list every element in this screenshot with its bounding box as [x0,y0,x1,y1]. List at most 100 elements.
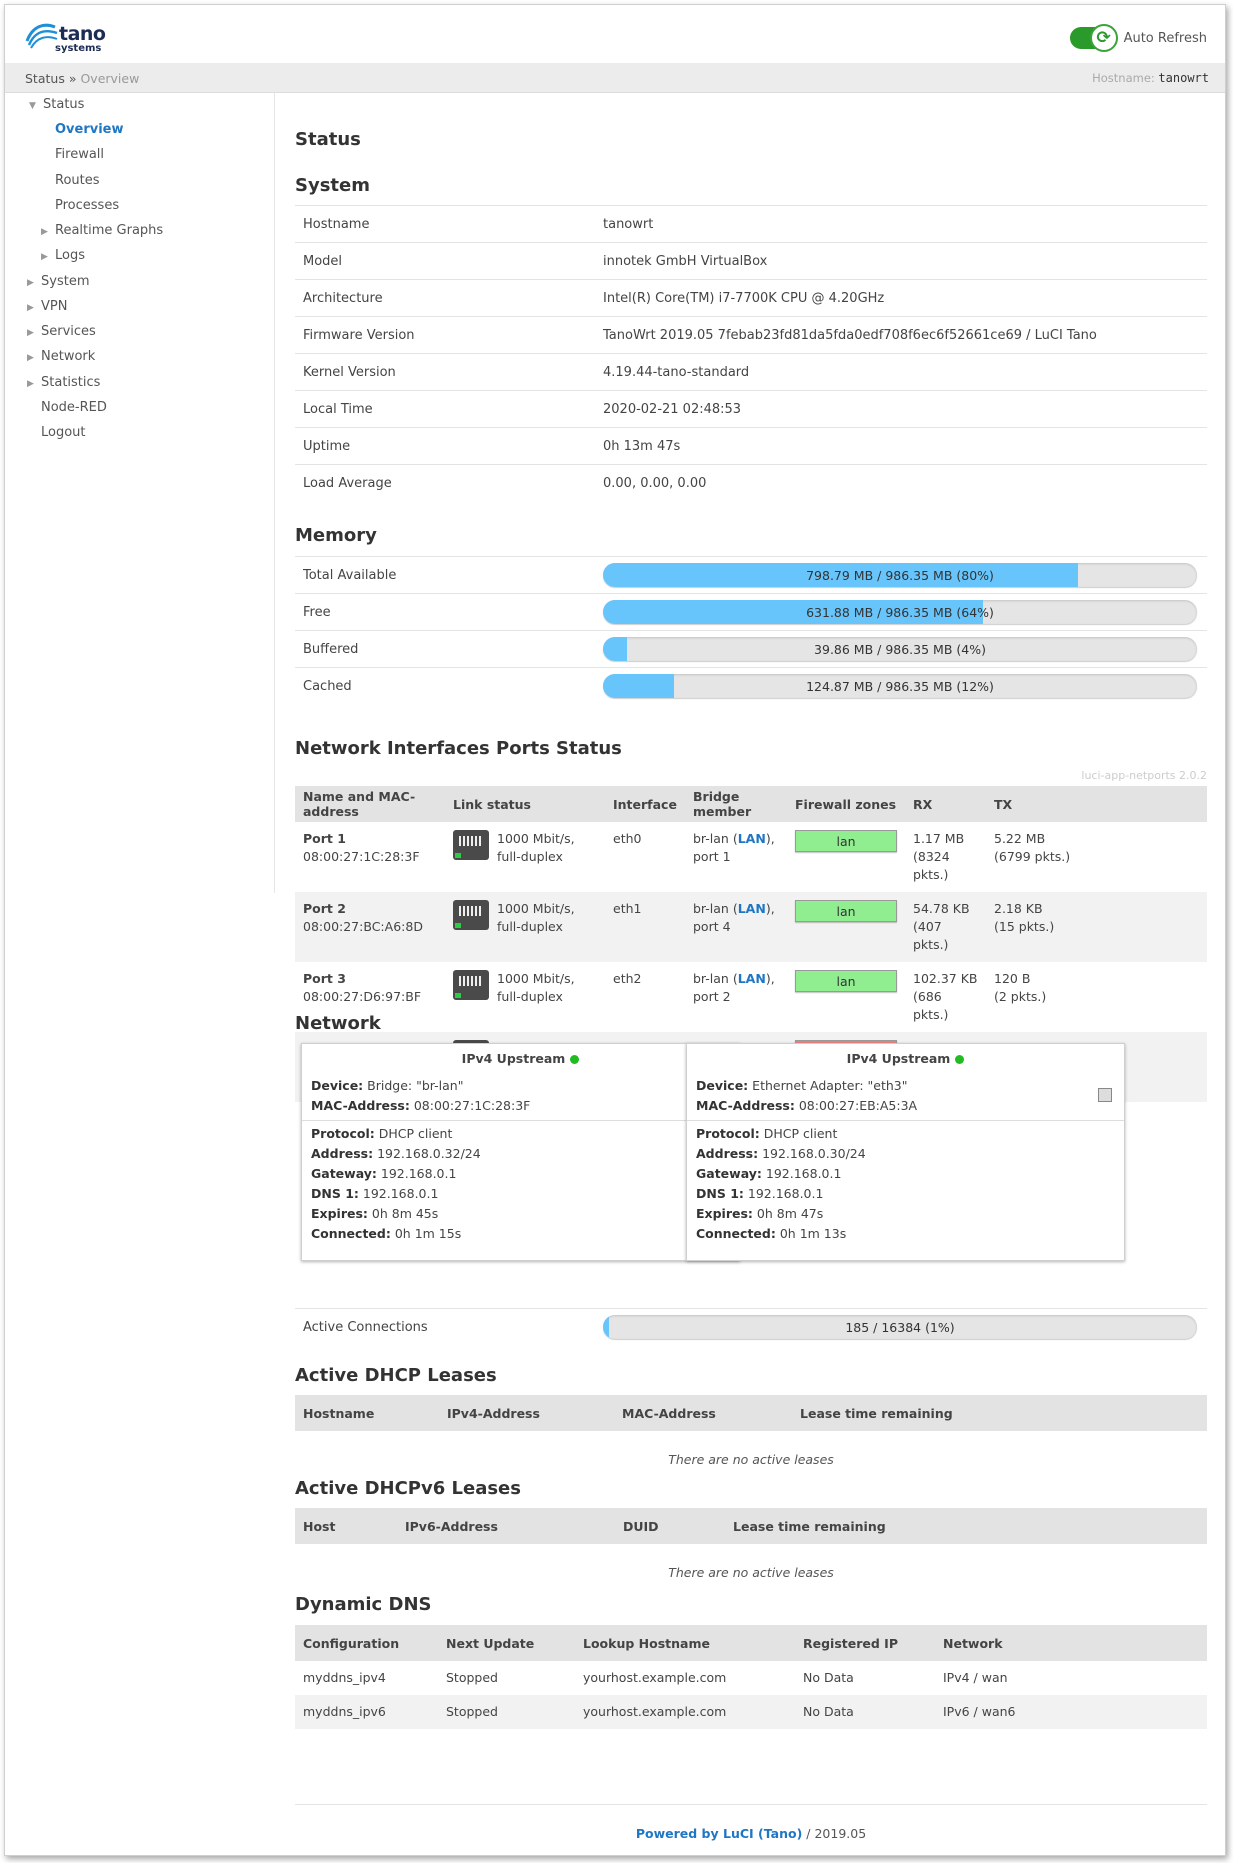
ethernet-port-icon [453,970,489,1000]
link-led [455,853,461,858]
memory-bar-text: 631.88 MB / 986.35 MB (64%) [806,604,994,620]
mac-row-value: 08:00:27:EB:A5:3A [798,1098,918,1113]
caret-right-icon: ▶ [27,353,34,363]
interface-edit-icon[interactable] [1098,1088,1112,1102]
rx-packets: (8324 pkts.) [913,849,950,882]
memory-bar-cell: 39.86 MB / 986.35 MB (4%) [595,630,1207,668]
caret-right-icon: ▶ [27,303,34,313]
address-row-label: Address: [311,1146,374,1161]
connected-row-value: 0h 1m 15s [394,1226,462,1241]
address-row: Address: 192.168.0.30/24 [696,1144,866,1164]
memory-progress-bar: 631.88 MB / 986.35 MB (64%) [603,600,1197,624]
mac-row-label: MAC-Address: [311,1098,410,1113]
address-row: Address: 192.168.0.32/24 [311,1144,481,1164]
link-status-cell: 1000 Mbit/s, full-duplex [445,962,605,1032]
interface-name: eth0 [613,831,642,846]
caret-right-icon: ▶ [27,379,34,389]
sidebar-item-processes[interactable]: Processes [55,198,119,213]
device-row: Device: Bridge: "br-lan" [311,1076,530,1096]
interface-name: eth1 [613,901,642,916]
memory-progress-bar: 124.87 MB / 986.35 MB (12%) [603,674,1197,699]
sidebar-item-logs[interactable]: ▶ Logs [41,248,85,263]
rx-bytes: 1.17 MB [913,831,965,846]
column-header: Interface [605,786,685,822]
gateway-row: Gateway: 192.168.0.1 [696,1164,866,1184]
system-row: Load Average 0.00, 0.00, 0.00 [295,464,1207,502]
link-status: 1000 Mbit/s, full-duplex [453,830,597,866]
system-row: Local Time 2020-02-21 02:48:53 [295,390,1207,428]
sidebar-item-logout[interactable]: Logout [41,425,86,440]
system-key: Model [295,242,595,280]
memory-row: Cached 124.87 MB / 986.35 MB (12%) [295,667,1207,705]
sidebar-item-status[interactable]: ▼ Status [29,97,84,112]
tano-logo[interactable]: tano systems [25,19,125,59]
ddns-cell: Stopped [438,1695,575,1729]
caret-right-icon: ▶ [27,328,34,338]
bridge-link[interactable]: LAN [738,971,766,986]
upstream-title: IPv4 Upstream [687,1047,1124,1071]
dns-row-value: 192.168.0.1 [747,1186,824,1201]
device-info: Device: Bridge: "br-lan" MAC-Address: 08:… [311,1076,530,1116]
memory-bar-text: 798.79 MB / 986.35 MB (80%) [806,567,994,583]
rx-packets: (407 pkts.) [913,919,949,952]
sidebar-item-vpn[interactable]: ▶ VPN [27,299,67,314]
system-row: Kernel Version 4.19.44-tano-standard [295,353,1207,391]
bridge-link[interactable]: LAN [738,831,766,846]
link-text: 1000 Mbit/s, full-duplex [497,970,575,1006]
port-row: Port 3 08:00:27:D6:97:BF 1000 Mbit/s, full-… [295,962,1207,1032]
footer-version: / 2019.05 [802,1826,867,1841]
sidebar-item-services[interactable]: ▶ Services [27,324,96,339]
bridge-name: br-lan ( [693,971,738,986]
column-header: Lookup Hostname [575,1625,795,1661]
dhcp6-table: Host IPv6-Address DUID Lease time remaining [295,1508,1207,1544]
column-header: Configuration [295,1625,438,1661]
port-pins [459,906,483,916]
dns-row-label: DNS 1: [311,1186,359,1201]
device-row-value: Ethernet Adapter: "eth3" [752,1078,908,1093]
interface-name: eth2 [613,971,642,986]
sidebar-item-overview[interactable]: Overview [55,122,124,137]
system-key: Kernel Version [295,353,595,391]
memory-table: Total Available 798.79 MB / 986.35 MB (80… [295,556,1207,705]
sidebar-item-realtime-graphs[interactable]: ▶ Realtime Graphs [41,223,163,238]
column-header: Lease time remaining [725,1508,1207,1544]
footer: Powered by LuCI (Tano) / 2019.05 [295,1826,1207,1841]
bridge-name: br-lan ( [693,901,738,916]
memory-key: Cached [295,667,595,705]
connection-info: Protocol: DHCP client Address: 192.168.0.… [696,1124,866,1244]
device-info: Device: Ethernet Adapter: "eth3" MAC-Addr… [696,1076,917,1116]
column-header: Link status [445,786,605,822]
memory-key: Free [295,593,595,631]
hostname-label: Hostname: [1092,71,1155,85]
auto-refresh[interactable]: ⟳ Auto Refresh [1069,24,1207,52]
auto-refresh-toggle[interactable]: ⟳ [1069,24,1118,52]
sidebar-item-statistics[interactable]: ▶ Statistics [27,375,100,390]
sidebar-item-routes[interactable]: Routes [55,173,100,188]
ethernet-port-icon [453,900,489,930]
bridge-close: ), [765,971,775,986]
active-connections-row: Active Connections 185 / 16384 (1%) [295,1308,1207,1346]
mac-row: MAC-Address: 08:00:27:EB:A5:3A [696,1096,917,1116]
ddns-table: Configuration Next Update Lookup Hostname R… [295,1625,1207,1729]
firewall-zone-badge[interactable]: lan [795,900,897,922]
port-name: Port 1 [303,831,346,846]
breadcrumb-status[interactable]: Status [25,71,65,86]
bridge-link[interactable]: LAN [738,901,766,916]
sidebar-item-firewall[interactable]: Firewall [55,147,104,162]
address-row-label: Address: [696,1146,759,1161]
breadcrumb-bar: Status » Overview Hostname: tanowrt [5,63,1225,93]
sidebar-item-system[interactable]: ▶ System [27,274,89,289]
firewall-zone-badge[interactable]: lan [795,830,897,852]
sidebar-item-network[interactable]: ▶ Network [27,349,95,364]
connected-row-label: Connected: [696,1226,776,1241]
firewall-zone-badge[interactable]: lan [795,970,897,992]
memory-bar-text: 124.87 MB / 986.35 MB (12%) [806,678,994,694]
caret-right-icon: ▶ [41,227,48,237]
luci-link[interactable]: Powered by LuCI (Tano) [636,1826,802,1841]
link-status: 1000 Mbit/s, full-duplex [453,900,597,936]
sidebar-item-node-red[interactable]: Node-RED [41,400,107,415]
dns-row-value: 192.168.0.1 [362,1186,439,1201]
ddns-row: myddns_ipv6 Stopped yourhost.example.com No… [295,1695,1207,1729]
caret-right-icon: ▶ [41,252,48,262]
gateway-row-value: 192.168.0.1 [765,1166,842,1181]
